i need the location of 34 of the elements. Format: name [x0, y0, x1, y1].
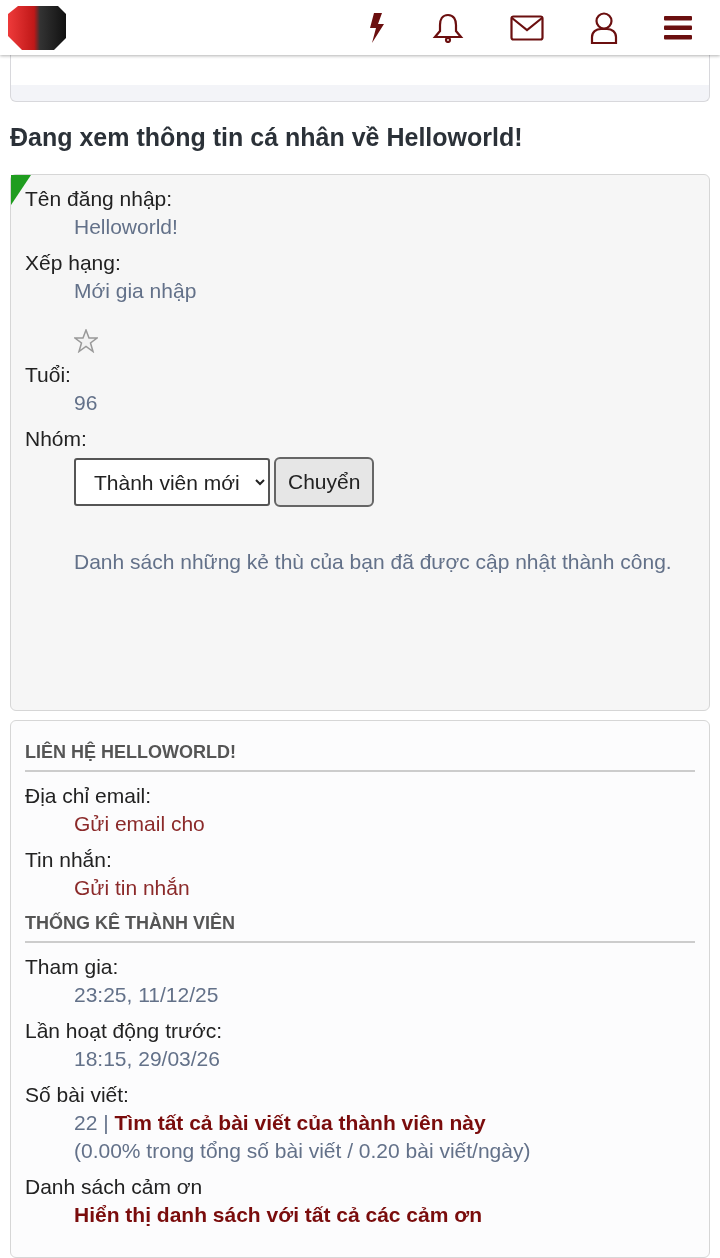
- rank-title: Mới gia nhập: [73, 278, 198, 304]
- page-heading: Đang xem thông tin cá nhân về Helloworld!: [10, 122, 524, 152]
- menu-icon[interactable]: [664, 15, 692, 40]
- change-button[interactable]: Chuyển: [274, 457, 375, 507]
- profile-link[interactable]: Hiển thị danh sách với tất cả các cảm ơn: [74, 1203, 482, 1226]
- field-label: Lần hoạt động trước:: [25, 1018, 224, 1044]
- field-label: Danh sách cảm ơn: [25, 1174, 204, 1200]
- section-heading: THỐNG KÊ THÀNH VIÊN: [25, 910, 695, 943]
- profile-link[interactable]: Gửi email cho: [74, 812, 205, 835]
- field-label: Tin nhắn:: [25, 847, 113, 873]
- field-value: Helloworld!: [73, 214, 179, 240]
- field-label: Số bài viết:: [25, 1082, 130, 1108]
- bell-icon[interactable]: [432, 12, 464, 43]
- field-value: 96: [73, 390, 99, 416]
- profile-link[interactable]: Tìm tất cả bài viết của thành viên này: [114, 1111, 486, 1134]
- field-label: Nhóm:: [25, 426, 88, 452]
- field-label: Xếp hạng:: [25, 250, 122, 276]
- field-label: Địa chỉ email:: [25, 783, 153, 809]
- status-message: Danh sách những kẻ thù của bạn đã được cập nhật thành công.: [73, 549, 673, 575]
- section-heading: LIÊN HỆ HELLOWORLD!: [25, 739, 695, 772]
- field-label: Tuổi:: [25, 362, 72, 388]
- group-select[interactable]: Thành viên mới: [74, 458, 270, 506]
- logo[interactable]: [6, 5, 66, 50]
- field-value: 22 |: [74, 1111, 110, 1134]
- post-stats: (0.00% trong tổng số bài viết / 0.20 bài viết/ngày): [73, 1138, 532, 1164]
- user-icon[interactable]: [590, 11, 618, 44]
- envelope-icon[interactable]: [510, 14, 544, 41]
- lightning-icon[interactable]: [368, 12, 386, 43]
- profile-link[interactable]: Gửi tin nhắn: [74, 876, 190, 899]
- field-value: 23:25, 11/12/25: [74, 983, 219, 1006]
- field-label: Tên đăng nhập:: [25, 186, 174, 212]
- star-icon: [74, 329, 98, 353]
- field-label: Tham gia:: [25, 954, 120, 980]
- field-value: 18:15, 29/03/26: [74, 1047, 220, 1070]
